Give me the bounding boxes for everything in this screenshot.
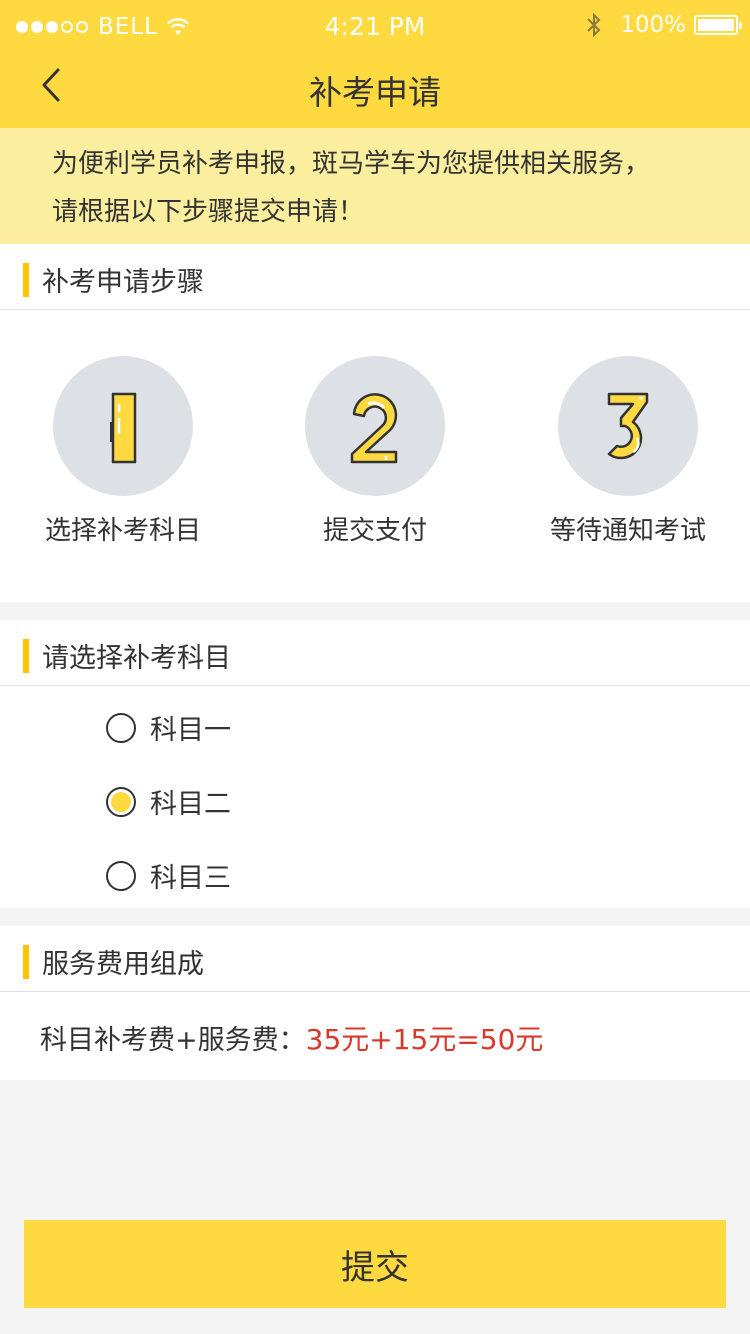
fee-breakdown: 科目补考费+服务费：35元+15元=50元 <box>40 1018 543 1058</box>
fee-section: 服务费用组成 科目补考费+服务费：35元+15元=50元 <box>0 926 750 1080</box>
section-marker <box>23 263 29 297</box>
subject-option-label: 科目一 <box>150 715 231 746</box>
step-3-circle <box>558 356 698 496</box>
step-1-label: 选择补考科目 <box>44 516 201 546</box>
notice-line-2: 请根据以下步骤提交申请！ <box>52 197 365 227</box>
radio-button[interactable] <box>106 712 136 743</box>
notice-banner: 为便利学员补考申报，斑马学车为您提供相关服务， 请根据以下步骤提交申请！ <box>0 128 750 244</box>
notice-line-1: 为便利学员补考申报，斑马学车为您提供相关服务， <box>52 149 651 179</box>
battery-percent: 100% <box>620 12 686 38</box>
subject-option-2[interactable]: 科目二 <box>106 782 231 821</box>
step-1: 选择补考科目 <box>3 356 243 547</box>
step-2-label: 提交支付 <box>322 516 427 546</box>
steps-section: 补考申请步骤 选择补考科目 提交支付 等待通知考试 <box>0 244 750 602</box>
step-3-number-icon <box>607 392 649 460</box>
radio-button[interactable] <box>106 860 136 891</box>
steps-section-title: 补考申请步骤 <box>42 267 204 298</box>
bluetooth-icon <box>587 12 601 38</box>
submit-button[interactable]: 提交 <box>24 1220 726 1308</box>
steps-section-header: 补考申请步骤 <box>0 244 750 310</box>
step-3: 等待通知考试 <box>508 356 748 547</box>
battery-icon <box>694 15 742 35</box>
fee-label: 科目补考费+服务费： <box>40 1025 306 1056</box>
section-marker <box>23 945 29 979</box>
steps-row: 选择补考科目 提交支付 等待通知考试 <box>0 310 750 602</box>
subject-options: 科目一 科目二 科目三 <box>0 686 750 908</box>
step-2: 提交支付 <box>255 356 495 547</box>
status-bar: BELL 4:21 PM 100% <box>0 0 750 54</box>
step-1-number-icon <box>110 392 137 464</box>
subject-option-3[interactable]: 科目三 <box>106 856 231 895</box>
section-marker <box>23 639 29 673</box>
top-bar: BELL 4:21 PM 100% 补考申请 <box>0 0 750 128</box>
subject-option-1[interactable]: 科目一 <box>106 708 231 747</box>
step-2-number-icon <box>350 393 398 464</box>
step-1-circle <box>53 356 193 496</box>
page-title: 补考申请 <box>309 73 441 112</box>
fee-section-header: 服务费用组成 <box>0 926 750 992</box>
subject-section-title: 请选择补考科目 <box>42 643 231 674</box>
step-2-circle <box>305 356 445 496</box>
subject-section-header: 请选择补考科目 <box>0 620 750 686</box>
subject-section: 请选择补考科目 科目一 科目二 科目三 <box>0 620 750 908</box>
radio-button-selected[interactable] <box>106 786 136 817</box>
step-3-label: 等待通知考试 <box>549 516 706 546</box>
subject-option-label: 科目二 <box>150 789 231 820</box>
fee-value: 35元+15元=50元 <box>305 1023 544 1056</box>
fee-section-title: 服务费用组成 <box>42 949 204 980</box>
subject-option-label: 科目三 <box>150 863 231 894</box>
status-right: 100% <box>586 12 742 38</box>
nav-bar: 补考申请 <box>0 54 750 128</box>
fee-row: 科目补考费+服务费：35元+15元=50元 <box>0 992 750 1080</box>
